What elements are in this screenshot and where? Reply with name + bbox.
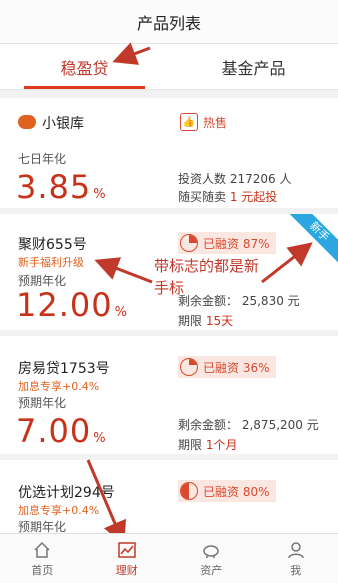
- product-name: 房易贷1753号: [18, 361, 110, 377]
- product-card[interactable]: 小银库 👍 热售 七日年化 3.85% 投资人数 217206 人 随买随卖 1…: [0, 98, 338, 208]
- status-badge: 已融资 36%: [178, 356, 276, 378]
- rate-label: 预期年化: [18, 396, 67, 410]
- remaining-amount: 剩余金额： 2,875,200 元: [178, 418, 319, 432]
- nav-label: 我: [290, 563, 302, 577]
- chart-icon: [118, 541, 136, 558]
- investor-count: 投资人数 217206 人: [178, 172, 292, 186]
- term: 期限 1个月: [178, 438, 238, 452]
- rate-label: 七日年化: [18, 152, 67, 166]
- rate-value: 7.00%: [16, 412, 107, 450]
- product-tag: 加息专享+0.4%: [18, 380, 100, 393]
- product-name: 优选计划294号: [18, 485, 115, 501]
- nav-label: 理财: [115, 563, 138, 577]
- piggy-icon: [18, 115, 36, 129]
- newbie-ribbon: 新手: [281, 214, 338, 270]
- tab-wenyingdai[interactable]: 稳盈贷: [0, 44, 169, 89]
- nav-label: 资产: [200, 563, 223, 577]
- product-tag: 新手福利升级: [18, 256, 84, 269]
- rate-label: 预期年化: [18, 520, 67, 533]
- product-name: 聚财655号: [18, 237, 87, 253]
- nav-finance[interactable]: 理财: [85, 534, 170, 583]
- min-invest: 随买随卖 1 元起投: [178, 190, 278, 204]
- product-card[interactable]: 优选计划294号 加息专享+0.4% 已融资 80% 预期年化: [0, 460, 338, 533]
- bottom-nav: 首页 理财 资产 我: [0, 533, 338, 583]
- user-icon: [288, 541, 304, 558]
- home-icon: [34, 541, 50, 558]
- thumbs-up-icon: 👍: [180, 113, 198, 131]
- term: 期限 15天: [178, 314, 234, 328]
- status-badge: 已融资 80%: [178, 480, 276, 502]
- badge-label: 已融资 87%: [203, 236, 270, 251]
- status-badge: 已融资 87%: [178, 232, 276, 254]
- progress-pie-icon: [180, 234, 198, 252]
- nav-home[interactable]: 首页: [0, 534, 85, 583]
- nav-me[interactable]: 我: [254, 534, 338, 583]
- nav-assets[interactable]: 资产: [169, 534, 254, 583]
- product-tag: 加息专享+0.4%: [18, 504, 100, 517]
- piggy-bank-icon: [203, 544, 219, 558]
- annotation-text: 带标志的都是新手标: [154, 257, 260, 297]
- progress-pie-icon: [180, 358, 198, 376]
- product-list[interactable]: 小银库 👍 热售 七日年化 3.85% 投资人数 217206 人 随买随卖 1…: [0, 92, 338, 533]
- status-badge: 👍 热售: [178, 111, 233, 133]
- product-card[interactable]: 房易贷1753号 加息专享+0.4% 已融资 36% 预期年化 7.00% 剩余…: [0, 336, 338, 454]
- badge-label: 已融资 80%: [203, 484, 270, 499]
- rate-value: 3.85%: [16, 168, 107, 206]
- product-name: 小银库: [42, 116, 84, 132]
- progress-pie-icon: [180, 482, 198, 500]
- badge-label: 热售: [203, 115, 228, 130]
- badge-label: 已融资 36%: [203, 360, 270, 375]
- tab-fund-products[interactable]: 基金产品: [169, 44, 338, 89]
- nav-label: 首页: [31, 563, 54, 577]
- rate-value: 12.00%: [16, 286, 128, 324]
- product-tabs: 稳盈贷 基金产品: [0, 44, 338, 90]
- page-title: 产品列表: [0, 0, 338, 44]
